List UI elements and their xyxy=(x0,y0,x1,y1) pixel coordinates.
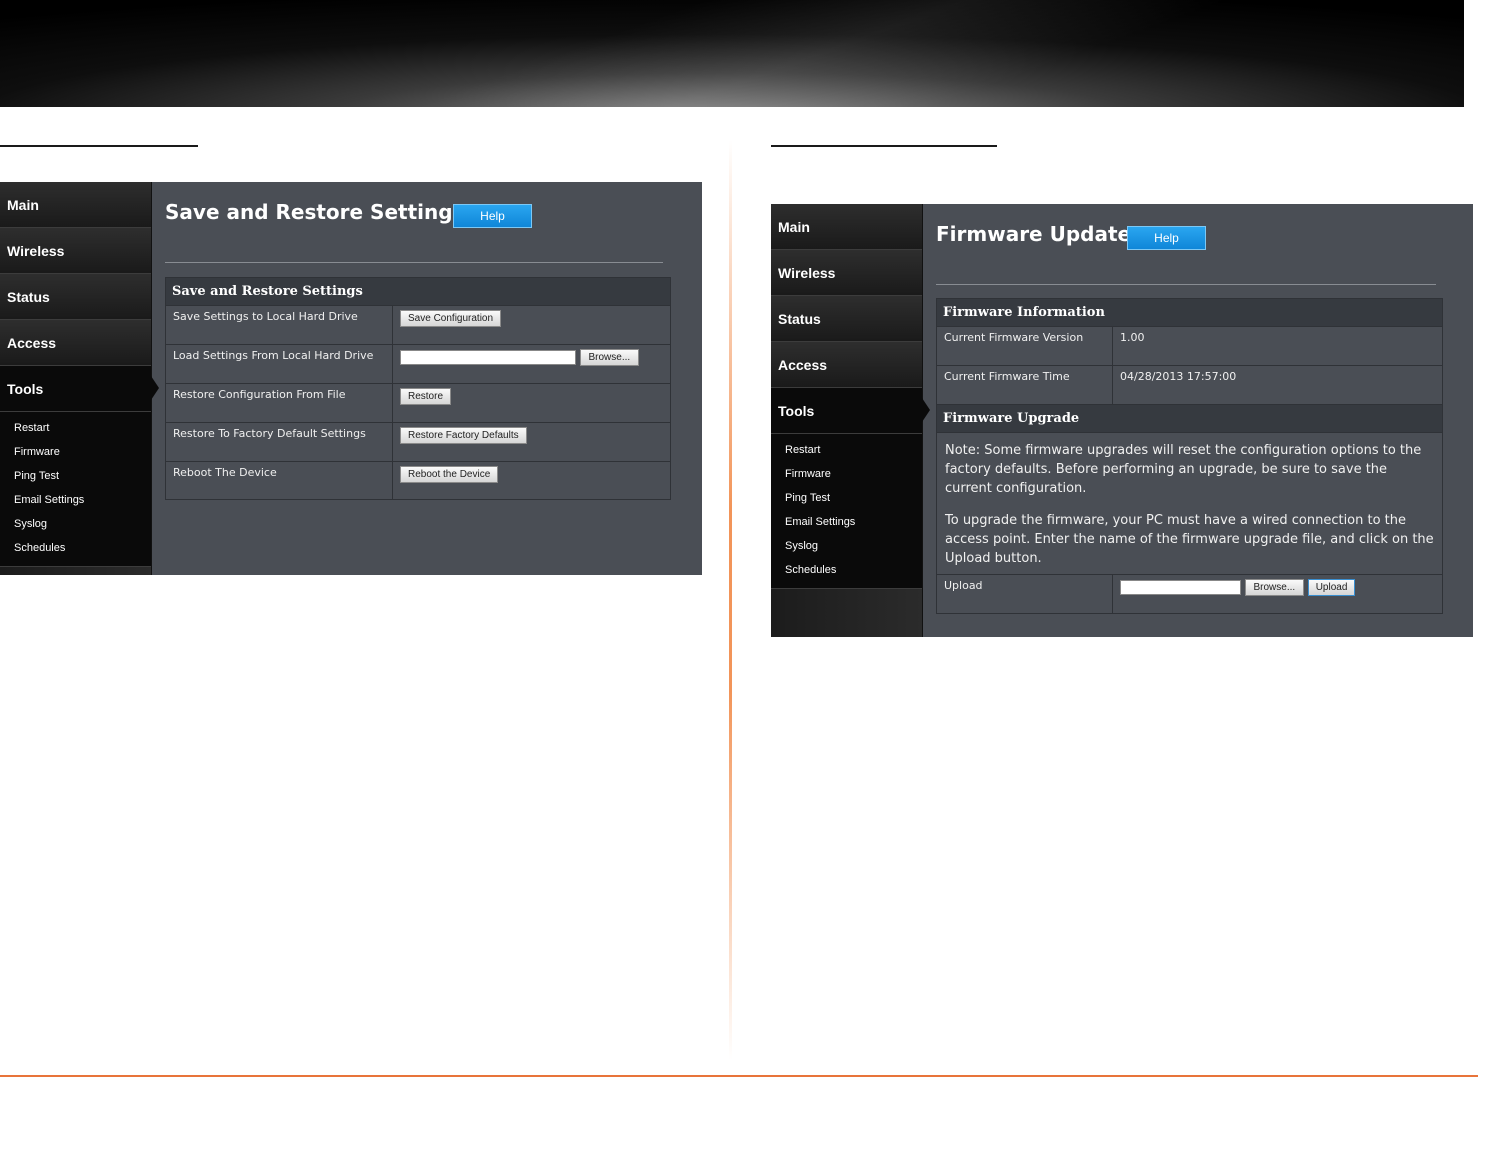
firmware-info-header: Firmware Information xyxy=(936,298,1443,327)
table-row: Save Settings to Local Hard Drive Save C… xyxy=(165,305,671,345)
section-header: Save and Restore Settings xyxy=(165,277,671,306)
sub-email-settings[interactable]: Email Settings xyxy=(771,510,922,534)
reboot-device-button[interactable]: Reboot the Device xyxy=(400,466,499,483)
firmware-update-screenshot: Main Wireless Status Access Tools Restar… xyxy=(771,204,1473,637)
firmware-table: Firmware Information Current Firmware Ve… xyxy=(936,298,1443,614)
content-area: Save and Restore Settings Help Save and … xyxy=(152,182,702,575)
page-title: Save and Restore Settings xyxy=(165,200,465,224)
tools-submenu: Restart Firmware Ping Test Email Setting… xyxy=(771,434,922,589)
help-button[interactable]: Help xyxy=(453,204,532,228)
sub-firmware[interactable]: Firmware xyxy=(0,440,151,464)
sub-restart[interactable]: Restart xyxy=(771,438,922,462)
file-path-input[interactable] xyxy=(400,349,576,365)
upgrade-note-2: To upgrade the firmware, your PC must ha… xyxy=(945,513,1434,566)
nav-tools[interactable]: Tools xyxy=(771,388,930,434)
nav-status[interactable]: Status xyxy=(0,274,151,320)
row-label: Save Settings to Local Hard Drive xyxy=(165,305,393,345)
left-heading-rule xyxy=(0,145,198,147)
table-row: Reboot The Device Reboot the Device xyxy=(165,461,671,500)
sidebar: Main Wireless Status Access Tools Restar… xyxy=(0,182,159,575)
restore-button[interactable]: Restore xyxy=(400,388,452,405)
title-separator xyxy=(165,262,663,263)
sidebar: Main Wireless Status Access Tools Restar… xyxy=(771,204,930,637)
sub-ping-test[interactable]: Ping Test xyxy=(771,486,922,510)
firmware-upgrade-header: Firmware Upgrade xyxy=(936,404,1443,433)
nav-access[interactable]: Access xyxy=(0,320,151,366)
save-configuration-button[interactable]: Save Configuration xyxy=(400,310,502,327)
table-row: Upload Browse... Upload xyxy=(936,574,1443,614)
header-banner xyxy=(0,0,1464,107)
firmware-time-value: 04/28/2013 17:57:00 xyxy=(1112,365,1443,405)
page-title: Firmware Update xyxy=(936,222,1132,246)
upgrade-note-1: Note: Some firmware upgrades will reset … xyxy=(945,443,1422,496)
sub-ping-test[interactable]: Ping Test xyxy=(0,464,151,488)
sub-syslog[interactable]: Syslog xyxy=(771,534,922,558)
row-label: Upload xyxy=(936,574,1113,614)
row-label: Reboot The Device xyxy=(165,461,393,500)
nav-status[interactable]: Status xyxy=(771,296,922,342)
sub-firmware[interactable]: Firmware xyxy=(771,462,922,486)
footer-rule xyxy=(0,1075,1478,1077)
help-button[interactable]: Help xyxy=(1127,226,1206,250)
table-row: Current Firmware Version 1.00 xyxy=(936,326,1443,366)
upgrade-notes: Note: Some firmware upgrades will reset … xyxy=(936,432,1443,575)
row-label: Current Firmware Time xyxy=(936,365,1113,405)
row-label: Load Settings From Local Hard Drive xyxy=(165,344,393,384)
column-divider xyxy=(729,140,732,1060)
firmware-version-value: 1.00 xyxy=(1112,326,1443,366)
sub-schedules[interactable]: Schedules xyxy=(771,558,922,582)
restore-factory-defaults-button[interactable]: Restore Factory Defaults xyxy=(400,427,527,444)
table-row: Restore Configuration From File Restore xyxy=(165,383,671,423)
title-separator xyxy=(936,284,1436,285)
table-row: Load Settings From Local Hard Drive Brow… xyxy=(165,344,671,384)
settings-table: Save and Restore Settings Save Settings … xyxy=(165,277,671,500)
nav-access[interactable]: Access xyxy=(771,342,922,388)
sub-restart[interactable]: Restart xyxy=(0,416,151,440)
save-restore-screenshot: Main Wireless Status Access Tools Restar… xyxy=(0,182,702,575)
nav-main[interactable]: Main xyxy=(771,204,922,250)
content-area: Firmware Update Help Firmware Informatio… xyxy=(923,204,1473,637)
nav-tools[interactable]: Tools xyxy=(0,366,159,412)
sub-schedules[interactable]: Schedules xyxy=(0,536,151,560)
firmware-file-input[interactable] xyxy=(1120,579,1241,595)
sub-syslog[interactable]: Syslog xyxy=(0,512,151,536)
table-row: Restore To Factory Default Settings Rest… xyxy=(165,422,671,462)
browse-button[interactable]: Browse... xyxy=(1244,579,1305,596)
nav-main[interactable]: Main xyxy=(0,182,151,228)
right-heading-rule xyxy=(771,145,997,147)
sub-email-settings[interactable]: Email Settings xyxy=(0,488,151,512)
row-label: Current Firmware Version xyxy=(936,326,1113,366)
table-row: Current Firmware Time 04/28/2013 17:57:0… xyxy=(936,365,1443,405)
nav-wireless[interactable]: Wireless xyxy=(0,228,151,274)
browse-button[interactable]: Browse... xyxy=(579,349,640,366)
row-label: Restore To Factory Default Settings xyxy=(165,422,393,462)
tools-submenu: Restart Firmware Ping Test Email Setting… xyxy=(0,412,151,567)
nav-wireless[interactable]: Wireless xyxy=(771,250,922,296)
row-label: Restore Configuration From File xyxy=(165,383,393,423)
upload-button[interactable]: Upload xyxy=(1307,579,1356,596)
